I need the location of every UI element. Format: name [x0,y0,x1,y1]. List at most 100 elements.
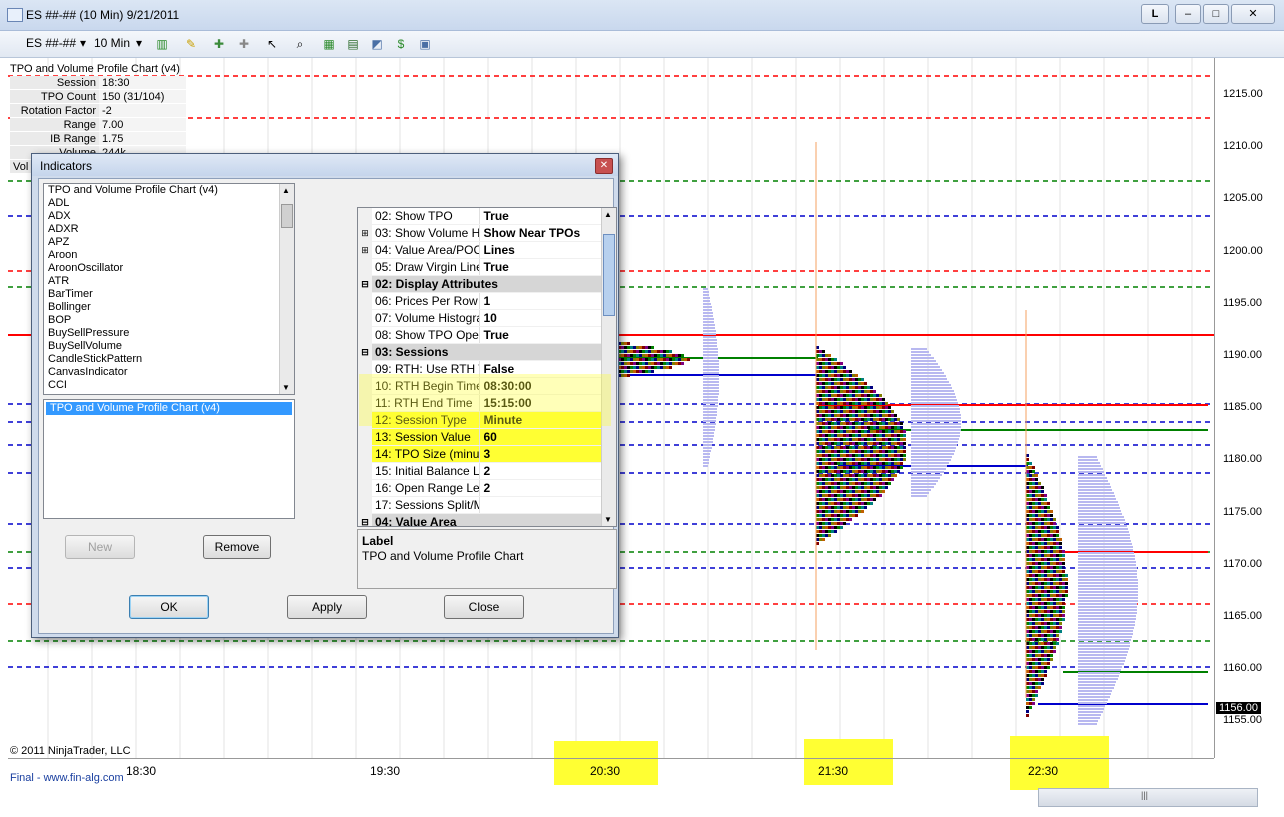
ok-button[interactable]: OK [129,595,209,619]
remove-button[interactable]: Remove [203,535,271,559]
time-axis[interactable]: 18:30 19:30 20:30 21:30 22:30 [8,758,1214,785]
expand-toggle-icon[interactable]: ⊟ [358,276,372,292]
expand-toggle-icon[interactable]: ⊟ [358,514,372,526]
dialog-close-icon[interactable]: ✕ [595,158,613,174]
indicator-list-item[interactable]: AroonOscillator [44,262,294,275]
indicator-list-item[interactable]: CanvasIndicator [44,366,294,379]
remove-icon[interactable]: ✚ [237,37,251,51]
property-value[interactable]: 2 [480,463,602,479]
indicator-list-item[interactable]: ADL [44,197,294,210]
pin-button[interactable]: L [1141,4,1169,24]
add-indicator-icon[interactable]: ✚ [212,37,226,51]
instrument-dropdown-icon[interactable]: ▾ [80,36,86,50]
property-category[interactable]: ⊟ 02: Display Attributes [358,276,601,293]
property-value[interactable]: 3 [479,446,601,462]
indicator-list-item[interactable]: Aroon [44,249,294,262]
expand-toggle-icon[interactable]: ⊞ [358,242,372,258]
property-row[interactable]: 08: Show TPO Open True [358,327,601,344]
tpo-block [1050,582,1053,585]
indicator-list-item[interactable]: CandleStickPattern [44,353,294,366]
maximize-button[interactable]: □ [1203,4,1229,24]
dollar-icon[interactable]: $ [394,37,408,51]
property-row[interactable]: ⊞ 04: Value Area/POC Lines [358,242,601,259]
indicator-list-item[interactable]: BuySellPressure [44,327,294,340]
window-close-button[interactable]: ✕ [1231,4,1275,24]
list-scrollbar[interactable]: ▲ ▼ [279,184,294,394]
indicator-list-item[interactable]: Bollinger [44,301,294,314]
property-row[interactable]: 16: Open Range Length2 [358,480,601,497]
indicator-list-item[interactable]: ADXR [44,223,294,236]
tpo-block [828,482,831,485]
property-row[interactable]: ⊞03: Show Volume HistogramShow Near TPOs [358,225,601,242]
scroll-thumb[interactable] [281,204,293,228]
interval-selector[interactable]: 10 Min [94,36,130,50]
tpo-block [1050,538,1053,541]
zoom-icon[interactable]: ⌕ [293,37,307,51]
bar-type-icon[interactable]: ▥ [155,37,169,51]
property-row[interactable]: 13: Session Value 60 [358,429,601,446]
close-button[interactable]: Close [444,595,524,619]
property-value[interactable]: True [480,208,602,224]
cursor-icon[interactable]: ↖ [265,37,279,51]
applied-indicators-list[interactable]: TPO and Volume Profile Chart (v4) [43,399,295,519]
property-category[interactable]: ⊟ 03: Sessions [358,344,601,361]
tpo-block [1029,562,1032,565]
property-value[interactable]: 60 [479,429,601,445]
volume-histogram-bar [911,444,957,446]
property-grid[interactable]: 02: Show TPOTrue⊞03: Show Volume Histogr… [357,207,617,527]
interval-dropdown-icon[interactable]: ▾ [136,36,142,50]
indicators-icon[interactable]: ▤ [346,37,360,51]
prop-scroll-down-icon[interactable]: ▼ [604,515,612,524]
property-row[interactable]: 02: Show TPO True [358,208,601,225]
tpo-block [897,426,900,429]
tpo-block [903,454,906,457]
indicator-list-item[interactable]: BarTimer [44,288,294,301]
property-row[interactable]: 05: Draw Virgin Lines True [358,259,601,276]
indicator-list-item[interactable]: ADX [44,210,294,223]
scroll-up-icon[interactable]: ▲ [282,186,290,195]
minimize-button[interactable]: – [1175,4,1201,24]
databox-key: TPO Count [10,90,99,104]
property-category[interactable]: ⊟ 04: Value Area [358,514,601,526]
prop-scroll-up-icon[interactable]: ▲ [604,210,612,219]
horizontal-scrollbar[interactable]: ||| [1038,788,1258,807]
indicator-list-item[interactable]: BuySellVolume [44,340,294,353]
property-scrollbar[interactable]: ▲ ▼ [601,208,616,526]
indicator-list-item[interactable]: BOP [44,314,294,327]
applied-indicator-item[interactable]: TPO and Volume Profile Chart (v4) [46,402,292,415]
data-series-icon[interactable]: ▦ [322,37,336,51]
tpo-block [885,402,888,405]
indicator-list-item[interactable]: APZ [44,236,294,249]
expand-toggle-icon[interactable]: ⊞ [358,225,372,241]
prop-scroll-thumb[interactable] [603,234,615,316]
property-value[interactable]: 2 [480,480,602,496]
property-row[interactable]: 17: Sessions Split/Merge [358,497,601,514]
scroll-grip-icon[interactable]: ||| [1141,790,1148,800]
price-axis[interactable]: 1215.00 1210.00 1205.00 1200.00 1195.00 1190.… [1214,58,1275,758]
property-row[interactable]: 06: Prices Per Row (1 [358,293,601,310]
new-button[interactable]: New [65,535,135,559]
property-value[interactable]: 10 [480,310,602,326]
property-row[interactable]: 14: TPO Size (minutes)3 [358,446,601,463]
indicator-list-item[interactable]: TPO and Volume Profile Chart (v4) [44,184,294,197]
pencil-icon[interactable]: ✎ [184,37,198,51]
indicator-list-item[interactable]: ATR [44,275,294,288]
indicator-list-item[interactable]: CCI [44,379,294,392]
property-row[interactable]: 15: Initial Balance Len2 [358,463,601,480]
instrument-selector[interactable]: ES ##-## [26,36,76,50]
property-row[interactable]: 07: Volume Histogram10 [358,310,601,327]
volume-histogram-bar [1078,501,1118,503]
expand-toggle-icon[interactable]: ⊟ [358,344,372,360]
property-value[interactable]: Show Near TPOs [480,225,602,241]
property-value[interactable]: True [480,327,602,343]
apply-button[interactable]: Apply [287,595,367,619]
property-value[interactable] [480,497,602,513]
properties-icon[interactable]: ▣ [418,37,432,51]
property-value[interactable]: True [480,259,602,275]
strategies-icon[interactable]: ◩ [370,37,384,51]
property-value[interactable]: Lines [480,242,602,258]
footer-link[interactable]: Final - www.fin-alg.com [10,772,124,784]
property-value[interactable]: 1 [480,293,602,309]
scroll-down-icon[interactable]: ▼ [282,383,290,392]
available-indicators-list[interactable]: TPO and Volume Profile Chart (v4) ADL ADX A… [43,183,295,395]
